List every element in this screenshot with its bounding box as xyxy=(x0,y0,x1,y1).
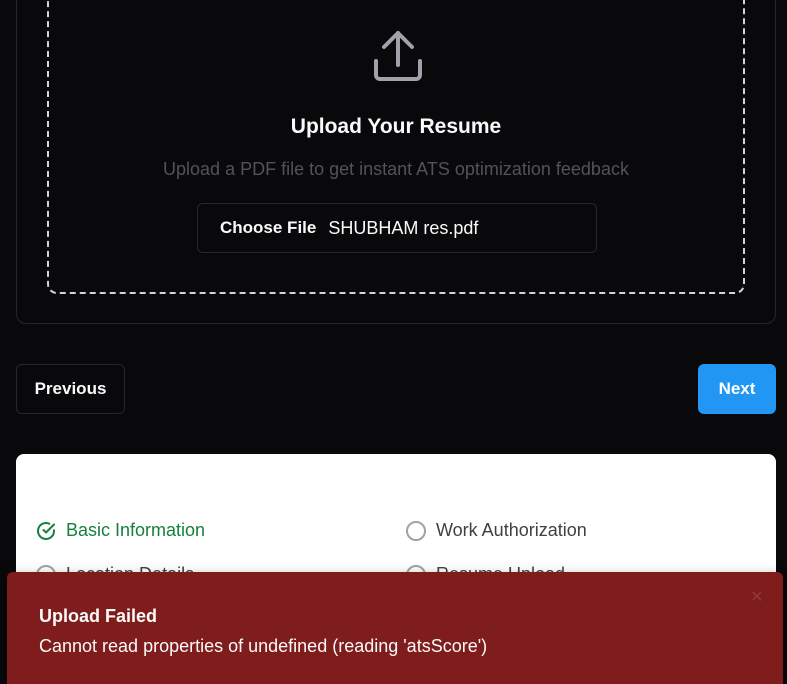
check-circle-icon xyxy=(37,521,55,540)
file-input[interactable]: Choose File SHUBHAM res.pdf xyxy=(197,203,597,253)
choose-file-button[interactable]: Choose File xyxy=(220,218,316,238)
page: Upload Your Resume Upload a PDF file to … xyxy=(0,0,787,684)
close-icon[interactable]: ✕ xyxy=(748,589,766,607)
selected-file-name: SHUBHAM res.pdf xyxy=(328,217,479,238)
file-dropzone[interactable]: Upload Your Resume Upload a PDF file to … xyxy=(47,0,745,294)
upload-icon xyxy=(374,31,422,81)
toast-message: Cannot read properties of undefined (rea… xyxy=(39,636,488,656)
upload-card: Upload Your Resume Upload a PDF file to … xyxy=(16,0,776,324)
upload-subtitle: Upload a PDF file to get instant ATS opt… xyxy=(163,159,629,179)
previous-button[interactable]: Previous xyxy=(16,364,125,414)
upload-title: Upload Your Resume xyxy=(290,115,502,138)
step-basic-information[interactable]: Basic Information xyxy=(36,520,205,541)
step-work-authorization[interactable]: Work Authorization xyxy=(406,520,587,541)
error-toast: ✕ Upload Failed Cannot read properties o… xyxy=(7,572,783,684)
step-label: Basic Information xyxy=(66,520,206,540)
next-button[interactable]: Next xyxy=(698,364,776,414)
toast-title: Upload Failed xyxy=(39,606,158,626)
circle-icon xyxy=(406,520,426,541)
step-label: Work Authorization xyxy=(436,520,587,540)
